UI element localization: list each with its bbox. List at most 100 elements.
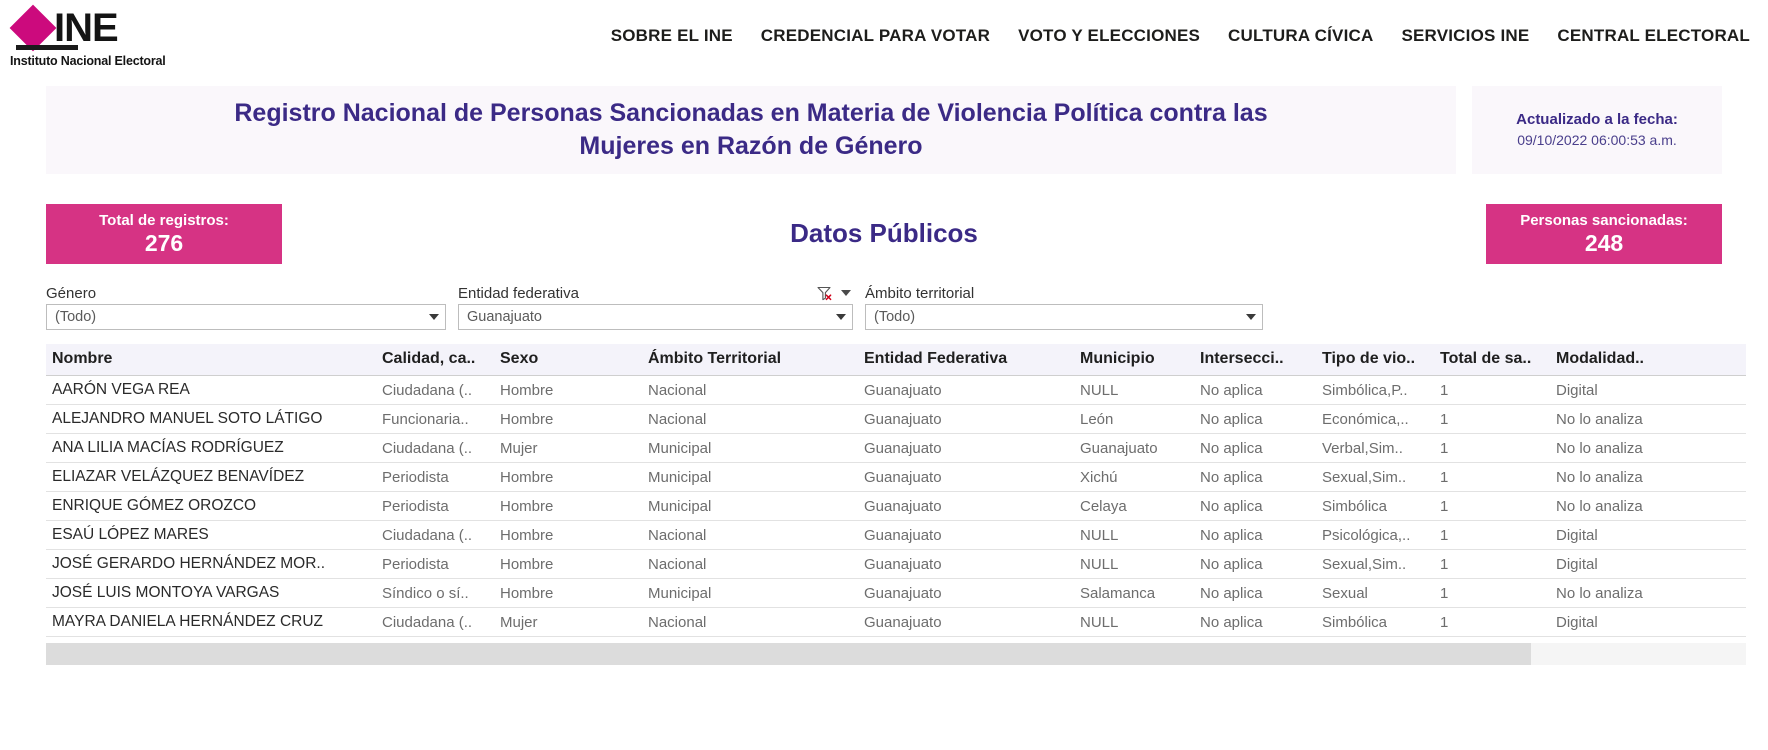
column-header-municipio[interactable]: Municipio <box>1074 344 1194 376</box>
cell-interseccionalidad: No aplica <box>1194 607 1316 637</box>
filter-ambito-value: (Todo) <box>874 309 916 325</box>
cell-extra <box>1710 549 1746 579</box>
cell-calidad: Ciudadana (.. <box>376 607 494 637</box>
logo-underline <box>16 44 78 50</box>
ine-subtitle: Instituto Nacional Electoral <box>10 53 166 68</box>
cell-sexo: Hombre <box>494 520 642 550</box>
cell-sexo: Hombre <box>494 491 642 521</box>
nav-item-credencial-para-votar[interactable]: CREDENCIAL PARA VOTAR <box>761 26 990 46</box>
cell-entidad-federativa: Guanajuato <box>858 520 1074 550</box>
filter-genero: Género (Todo) <box>46 282 446 330</box>
cell-interseccionalidad: No aplica <box>1194 404 1316 434</box>
cell-municipio: NULL <box>1074 607 1194 637</box>
results-table-head: Nombre Calidad, ca.. Sexo Ámbito Territo… <box>46 344 1746 376</box>
cell-interseccionalidad: No aplica <box>1194 375 1316 405</box>
clear-filter-icon[interactable] <box>817 286 833 301</box>
cell-calidad: Periodista <box>376 549 494 579</box>
cell-municipio: NULL <box>1074 520 1194 550</box>
title-gap <box>1456 86 1472 174</box>
nav-item-central-electoral[interactable]: CENTRAL ELECTORAL <box>1557 26 1750 46</box>
site-header: INE Instituto Nacional Electoral SOBRE E… <box>0 0 1768 72</box>
cell-calidad: Síndico o sí.. <box>376 578 494 608</box>
nav-item-voto-y-elecciones[interactable]: VOTO Y ELECCIONES <box>1018 26 1200 46</box>
nav-item-cultura-civica[interactable]: CULTURA CÍVICA <box>1228 26 1373 46</box>
filter-genero-label: Género <box>46 284 97 302</box>
table-row[interactable]: MAYRA DANIELA HERNÁNDEZ CRUZ Ciudadana (… <box>46 607 1746 637</box>
cell-calidad: Funcionaria.. <box>376 404 494 434</box>
table-row[interactable]: ESAÚ LÓPEZ MARES Ciudadana (.. Hombre Na… <box>46 520 1746 550</box>
cell-municipio: León <box>1074 404 1194 434</box>
column-header-modalidad[interactable]: Modalidad.. <box>1550 344 1710 376</box>
nav-item-sobre-el-ine[interactable]: SOBRE EL INE <box>611 26 733 46</box>
table-horizontal-scrollbar[interactable] <box>46 643 1746 665</box>
cell-calidad: Periodista <box>376 462 494 492</box>
table-row[interactable]: ALEJANDRO MANUEL SOTO LÁTIGO Funcionaria… <box>46 404 1746 434</box>
column-header-calidad[interactable]: Calidad, ca.. <box>376 344 494 376</box>
column-header-total-de-sanciones[interactable]: Total de sa.. <box>1434 344 1550 376</box>
cell-interseccionalidad: No aplica <box>1194 462 1316 492</box>
cell-ambito-territorial: Nacional <box>642 607 858 637</box>
table-horizontal-scrollbar-thumb[interactable] <box>46 643 1531 665</box>
cell-extra <box>1710 433 1746 463</box>
cell-ambito-territorial: Municipal <box>642 491 858 521</box>
cell-municipio: Salamanca <box>1074 578 1194 608</box>
cell-tipo-de-violencia: Simbólica,P.. <box>1316 375 1434 405</box>
filter-ambito-territorial: Ámbito territorial (Todo) <box>865 282 1263 330</box>
column-header-ambito-territorial[interactable]: Ámbito Territorial <box>642 344 858 376</box>
cell-modalidad: No lo analiza <box>1550 578 1710 608</box>
table-row[interactable]: JOSÉ GERARDO HERNÁNDEZ MOR.. Periodista … <box>46 549 1746 579</box>
report-title-band: Registro Nacional de Personas Sancionada… <box>0 86 1768 174</box>
cell-tipo-de-violencia: Sexual <box>1316 578 1434 608</box>
table-row[interactable]: ENRIQUE GÓMEZ OROZCO Periodista Hombre M… <box>46 491 1746 521</box>
ine-logo[interactable]: INE Instituto Nacional Electoral <box>0 4 210 68</box>
filter-genero-value: (Todo) <box>55 309 97 325</box>
cell-calidad: Ciudadana (.. <box>376 433 494 463</box>
sanctioned-people-value: 248 <box>1584 230 1624 256</box>
table-row[interactable]: ANA LILIA MACÍAS RODRÍGUEZ Ciudadana (..… <box>46 433 1746 463</box>
cell-modalidad: No lo analiza <box>1550 433 1710 463</box>
nav-item-servicios-ine[interactable]: SERVICIOS INE <box>1401 26 1529 46</box>
cell-total-de-sanciones: 1 <box>1434 433 1550 463</box>
column-header-sexo[interactable]: Sexo <box>494 344 642 376</box>
cell-municipio: Xichú <box>1074 462 1194 492</box>
ine-acronym: INE <box>54 5 119 50</box>
column-header-nombre[interactable]: Nombre <box>46 344 376 376</box>
table-row[interactable]: ELIAZAR VELÁZQUEZ BENAVÍDEZ Periodista H… <box>46 462 1746 492</box>
results-table-body: AARÓN VEGA REA Ciudadana (.. Hombre Naci… <box>46 375 1746 637</box>
column-header-entidad-federativa[interactable]: Entidad Federativa <box>858 344 1074 376</box>
chevron-down-icon <box>836 314 846 320</box>
cell-modalidad: No lo analiza <box>1550 491 1710 521</box>
table-row[interactable]: JOSÉ LUIS MONTOYA VARGAS Síndico o sí.. … <box>46 578 1746 608</box>
cell-ambito-territorial: Municipal <box>642 433 858 463</box>
table-header-row: Nombre Calidad, ca.. Sexo Ámbito Territo… <box>46 344 1746 376</box>
filter-entidad-menu-icon[interactable] <box>841 290 851 296</box>
cell-municipio: NULL <box>1074 549 1194 579</box>
cell-total-de-sanciones: 1 <box>1434 404 1550 434</box>
column-header-extra[interactable] <box>1710 344 1746 376</box>
cell-entidad-federativa: Guanajuato <box>858 462 1074 492</box>
cell-entidad-federativa: Guanajuato <box>858 375 1074 405</box>
cell-tipo-de-violencia: Sexual,Sim.. <box>1316 549 1434 579</box>
table-row[interactable]: AARÓN VEGA REA Ciudadana (.. Hombre Naci… <box>46 375 1746 405</box>
cell-total-de-sanciones: 1 <box>1434 607 1550 637</box>
cell-nombre: AARÓN VEGA REA <box>46 375 376 405</box>
filter-entidad-select[interactable]: Guanajuato <box>458 304 853 330</box>
cell-sexo: Hombre <box>494 375 642 405</box>
cell-calidad: Ciudadana (.. <box>376 520 494 550</box>
filter-entidad-value: Guanajuato <box>467 309 542 325</box>
cell-tipo-de-violencia: Simbólica <box>1316 491 1434 521</box>
cell-nombre: ELIAZAR VELÁZQUEZ BENAVÍDEZ <box>46 462 376 492</box>
column-header-tipo-de-violencia[interactable]: Tipo de vio.. <box>1316 344 1434 376</box>
page-title: Registro Nacional de Personas Sancionada… <box>234 99 1268 160</box>
cell-sexo: Hombre <box>494 549 642 579</box>
filter-genero-select[interactable]: (Todo) <box>46 304 446 330</box>
results-table: Nombre Calidad, ca.. Sexo Ámbito Territo… <box>46 344 1746 637</box>
filter-ambito-head: Ámbito territorial <box>865 282 1263 304</box>
cell-municipio: NULL <box>1074 375 1194 405</box>
column-header-interseccionalidad[interactable]: Intersecci.. <box>1194 344 1316 376</box>
cell-entidad-federativa: Guanajuato <box>858 607 1074 637</box>
cell-ambito-territorial: Nacional <box>642 549 858 579</box>
results-table-wrap: Nombre Calidad, ca.. Sexo Ámbito Territo… <box>0 344 1768 665</box>
filter-ambito-select[interactable]: (Todo) <box>865 304 1263 330</box>
cell-total-de-sanciones: 1 <box>1434 491 1550 521</box>
